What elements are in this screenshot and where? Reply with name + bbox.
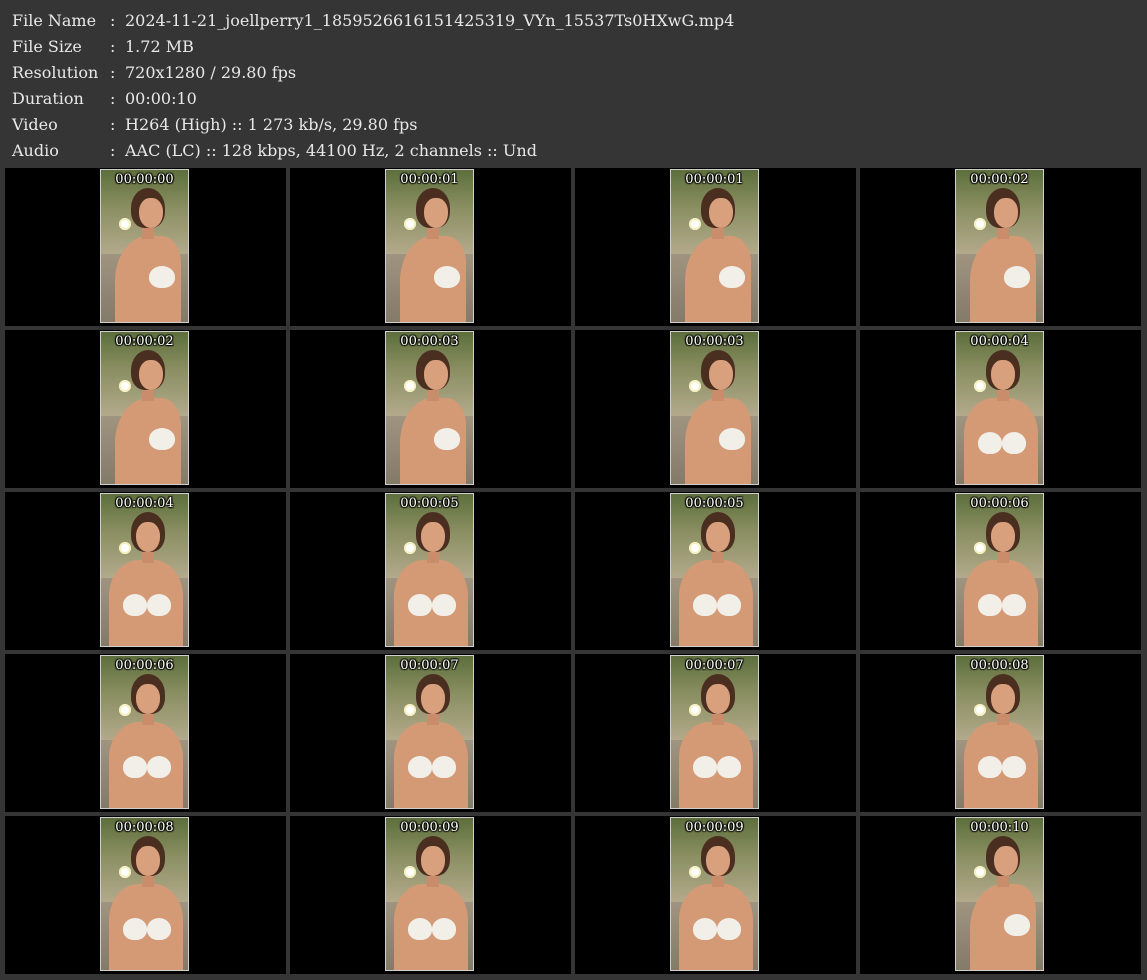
frame-timestamp: 00:00:04 [115,496,174,511]
thumbnail-cell[interactable]: 00:00:01 [290,168,571,326]
frame-timestamp: 00:00:05 [685,496,744,511]
video-frame-thumbnail [385,169,474,323]
frame-timestamp: 00:00:09 [685,820,744,835]
video-frame-thumbnail [670,493,759,647]
info-row-audio: Audio : AAC (LC) :: 128 kbps, 44100 Hz, … [12,138,1132,164]
thumbnail-cell[interactable]: 00:00:05 [290,492,571,650]
info-separator: : [110,63,116,82]
frame-timestamp: 00:00:02 [970,172,1029,187]
info-row-duration: Duration : 00:00:10 [12,86,1132,112]
frame-timestamp: 00:00:03 [400,334,459,349]
info-key: File Name [12,11,97,30]
video-frame-thumbnail [670,331,759,485]
info-row-video: Video : H264 (High) :: 1 273 kb/s, 29.80… [12,112,1132,138]
video-frame-thumbnail [670,169,759,323]
video-frame-thumbnail [955,493,1044,647]
frame-timestamp: 00:00:10 [970,820,1029,835]
thumbnail-cell[interactable]: 00:00:07 [575,654,856,812]
frame-timestamp: 00:00:08 [115,820,174,835]
video-frame-thumbnail [385,493,474,647]
info-separator: : [110,115,116,134]
thumbnail-cell[interactable]: 00:00:07 [290,654,571,812]
video-frame-thumbnail [955,817,1044,971]
video-frame-thumbnail [385,331,474,485]
thumbnail-cell[interactable]: 00:00:09 [575,816,856,974]
frame-timestamp: 00:00:08 [970,658,1029,673]
frame-timestamp: 00:00:01 [400,172,459,187]
video-frame-thumbnail [955,331,1044,485]
info-row-resolution: Resolution : 720x1280 / 29.80 fps [12,60,1132,86]
info-row-file-size: File Size : 1.72 MB [12,34,1132,60]
info-separator: : [110,37,116,56]
info-key: Video [12,115,58,134]
video-frame-thumbnail [100,817,189,971]
frame-timestamp: 00:00:05 [400,496,459,511]
video-frame-thumbnail [100,655,189,809]
thumbnail-cell[interactable]: 00:00:05 [575,492,856,650]
info-value: 1.72 MB [125,37,194,56]
thumbnail-cell[interactable]: 00:00:01 [575,168,856,326]
frame-timestamp: 00:00:00 [115,172,174,187]
thumbnail-cell[interactable]: 00:00:06 [860,492,1141,650]
info-separator: : [110,89,116,108]
thumbnail-cell[interactable]: 00:00:02 [860,168,1141,326]
media-info-header: File Name : 2024-11-21_joellperry1_18595… [12,8,1132,164]
thumbnail-cell[interactable]: 00:00:08 [860,654,1141,812]
frame-timestamp: 00:00:07 [685,658,744,673]
video-frame-thumbnail [670,655,759,809]
frame-timestamp: 00:00:06 [115,658,174,673]
frame-timestamp: 00:00:09 [400,820,459,835]
thumbnail-cell[interactable]: 00:00:04 [5,492,286,650]
frame-timestamp: 00:00:07 [400,658,459,673]
thumbnail-cell[interactable]: 00:00:09 [290,816,571,974]
video-frame-thumbnail [100,493,189,647]
video-frame-thumbnail [385,817,474,971]
info-row-file-name: File Name : 2024-11-21_joellperry1_18595… [12,8,1132,34]
thumbnail-cell[interactable]: 00:00:04 [860,330,1141,488]
frame-timestamp: 00:00:04 [970,334,1029,349]
thumbnail-cell[interactable]: 00:00:08 [5,816,286,974]
video-frame-thumbnail [100,169,189,323]
thumbnail-cell[interactable]: 00:00:02 [5,330,286,488]
info-separator: : [110,11,116,30]
thumbnail-cell[interactable]: 00:00:10 [860,816,1141,974]
frame-timestamp: 00:00:06 [970,496,1029,511]
thumbnail-cell[interactable]: 00:00:03 [575,330,856,488]
info-value: 2024-11-21_joellperry1_18595266161514253… [125,11,735,30]
info-value: 00:00:10 [125,89,197,108]
video-frame-thumbnail [955,169,1044,323]
info-key: Audio [12,141,59,160]
info-key: File Size [12,37,82,56]
frame-timestamp: 00:00:02 [115,334,174,349]
thumbnail-cell[interactable]: 00:00:00 [5,168,286,326]
video-frame-thumbnail [955,655,1044,809]
info-separator: : [110,141,116,160]
video-frame-thumbnail [670,817,759,971]
info-value: H264 (High) :: 1 273 kb/s, 29.80 fps [125,115,418,134]
thumbnail-cell[interactable]: 00:00:03 [290,330,571,488]
video-frame-thumbnail [100,331,189,485]
thumbnail-grid: 00:00:00 00:00:01 00:00:01 00:00:02 00:00:02… [5,168,1142,975]
info-key: Resolution [12,63,99,82]
info-key: Duration [12,89,84,108]
thumbnail-cell[interactable]: 00:00:06 [5,654,286,812]
frame-timestamp: 00:00:03 [685,334,744,349]
video-frame-thumbnail [385,655,474,809]
info-value: 720x1280 / 29.80 fps [125,63,297,82]
frame-timestamp: 00:00:01 [685,172,744,187]
info-value: AAC (LC) :: 128 kbps, 44100 Hz, 2 channe… [125,141,537,160]
